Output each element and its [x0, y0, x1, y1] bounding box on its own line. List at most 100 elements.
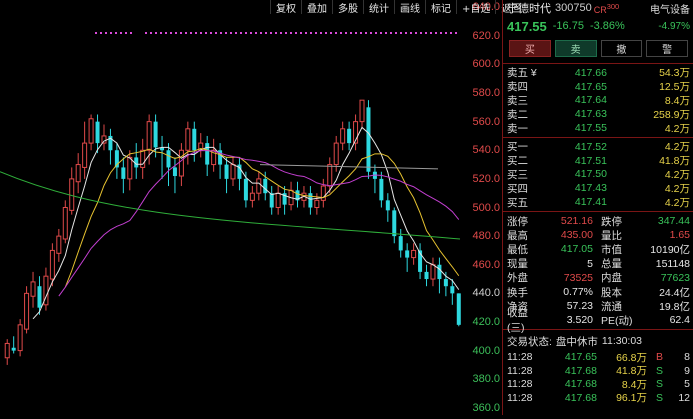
ob-price: 417.41 — [574, 196, 607, 209]
price-change-pct: -3.86% — [589, 20, 625, 32]
toolbar-item-6[interactable]: +自选 — [456, 0, 495, 15]
order-book: 卖五 ¥ 417.66 54.3万 卖四 417.65 12.5万 卖三 417.64 8.4万… — [503, 66, 693, 209]
sell-button[interactable]: 卖 — [554, 40, 597, 57]
ob-label: 卖四 — [507, 81, 528, 94]
candle-body — [443, 279, 448, 287]
candle-body — [146, 121, 152, 151]
candle-body — [430, 264, 436, 280]
candle-body — [392, 210, 397, 237]
stat-value: 24.4亿 — [659, 286, 690, 299]
kline-svg[interactable] — [0, 0, 466, 415]
dotted-marker — [370, 32, 372, 34]
candle-body — [24, 292, 30, 330]
tick-trades: 11:28 417.65 66.8万 B 8 11:28 417.68 41.8万 S 9 11:2… — [503, 350, 693, 404]
axis-tick: 620.0 — [472, 29, 500, 42]
order-book-row[interactable]: 卖二 417.63 258.9万 — [503, 107, 693, 121]
candle-body — [17, 324, 23, 352]
trade-side: S — [655, 378, 663, 391]
order-book-row[interactable]: 买二 417.51 41.8万 — [503, 154, 693, 168]
sector-label[interactable]: 电气设备 — [650, 1, 690, 16]
ob-volume: 4.2万 — [664, 141, 690, 154]
ob-price: 417.43 — [574, 182, 607, 195]
trade-time: 11:28 — [507, 378, 533, 391]
candle-body — [269, 193, 274, 208]
ob-price: 417.55 — [574, 122, 607, 135]
buy-button[interactable]: 买 — [509, 40, 551, 57]
ob-price: 417.63 — [574, 108, 607, 121]
stat-value: 73525 — [563, 271, 593, 284]
axis-tick: 580.0 — [472, 87, 500, 100]
stat-key: PE(动) — [601, 314, 633, 327]
dotted-marker — [220, 32, 222, 34]
candle-body — [450, 286, 455, 294]
axis-tick: 440.0 — [472, 287, 500, 300]
dotted-marker — [455, 32, 457, 34]
candle-body — [166, 150, 171, 168]
dotted-marker — [365, 32, 367, 34]
dotted-marker — [440, 32, 442, 34]
candlestick-chart[interactable] — [0, 0, 502, 415]
sector-change-pct: -4.97% — [658, 20, 690, 32]
alert-button[interactable]: 警 — [646, 40, 688, 57]
candle-body — [49, 249, 55, 280]
order-book-row[interactable]: 卖四 417.65 12.5万 — [503, 80, 693, 94]
axis-tick: 400.0 — [472, 344, 500, 357]
dotted-marker — [170, 32, 172, 34]
toolbar-item-2[interactable]: 多股 — [332, 0, 363, 15]
trade-row: 11:28 417.68 96.1万 S 12 — [503, 391, 693, 405]
candle-body — [153, 121, 158, 148]
stat-row: 最低 417.05 市值 10190亿 — [503, 242, 693, 256]
stat-value: 19.8亿 — [659, 300, 690, 313]
dotted-marker — [175, 32, 177, 34]
trade-side: B — [655, 351, 663, 364]
trade-count: 5 — [684, 378, 690, 391]
order-book-row[interactable]: 买一 417.52 4.2万 — [503, 140, 693, 154]
candle-body — [249, 192, 255, 201]
trade-buttons: 买 卖 撤 警 — [503, 36, 693, 61]
toolbar-item-1[interactable]: 叠加 — [301, 0, 332, 15]
dotted-marker — [130, 32, 132, 34]
ob-volume: 4.2万 — [664, 168, 690, 181]
stock-header: 宁德时代 300750 CR300 电气设备 — [503, 0, 693, 16]
stat-key: 流通 — [601, 300, 622, 313]
toolbar-item-4[interactable]: 画线 — [394, 0, 425, 15]
toolbar-item-3[interactable]: 统计 — [363, 0, 394, 15]
order-book-row[interactable]: 买五 417.41 4.2万 — [503, 195, 693, 209]
order-book-row[interactable]: 买三 417.50 4.2万 — [503, 168, 693, 182]
candle-body — [95, 121, 100, 144]
dotted-marker — [265, 32, 267, 34]
price-axis: 640.0 620.0 600.0 580.0 560.0 540.0 520.0 500.0… — [466, 0, 500, 415]
axis-tick: 520.0 — [472, 172, 500, 185]
order-book-row[interactable]: 买四 417.43 4.2万 — [503, 181, 693, 195]
trade-row: 11:28 417.68 8.4万 S 5 — [503, 377, 693, 391]
dotted-marker — [155, 32, 157, 34]
board-badge: CR300 — [593, 1, 620, 15]
candle-body — [62, 207, 68, 240]
ob-price: 417.66 — [574, 66, 607, 79]
dotted-marker — [125, 32, 127, 34]
stat-value: 0.77% — [563, 286, 593, 298]
dotted-marker — [210, 32, 212, 34]
axis-tick: 540.0 — [472, 144, 500, 157]
dotted-marker — [350, 32, 352, 34]
toolbar-item-0[interactable]: 复权 — [270, 0, 301, 15]
price-row: 417.55 -16.75 -3.86% -4.97% — [503, 16, 693, 36]
dotted-marker — [115, 32, 117, 34]
trade-side: S — [655, 391, 663, 404]
stat-row: 换手 0.77% 股本 24.4亿 — [503, 285, 693, 299]
stat-key: 最低 — [507, 243, 528, 256]
dotted-marker — [215, 32, 217, 34]
dotted-marker — [335, 32, 337, 34]
dotted-marker — [340, 32, 342, 34]
order-book-row[interactable]: 卖三 417.64 8.4万 — [503, 94, 693, 108]
ob-label: 买一 — [507, 141, 528, 154]
ob-price: 417.51 — [574, 154, 607, 167]
trade-time: 11:28 — [507, 391, 533, 404]
order-book-row[interactable]: 卖一 417.55 4.2万 — [503, 121, 693, 135]
order-book-row[interactable]: 卖五 ¥ 417.66 54.3万 — [503, 66, 693, 80]
trade-time: 11:28 — [507, 364, 533, 377]
cancel-order-button[interactable]: 撤 — [600, 40, 643, 57]
candle-body — [140, 149, 146, 168]
toolbar-item-5[interactable]: 标记 — [425, 0, 456, 15]
stat-key: 外盘 — [507, 272, 528, 285]
